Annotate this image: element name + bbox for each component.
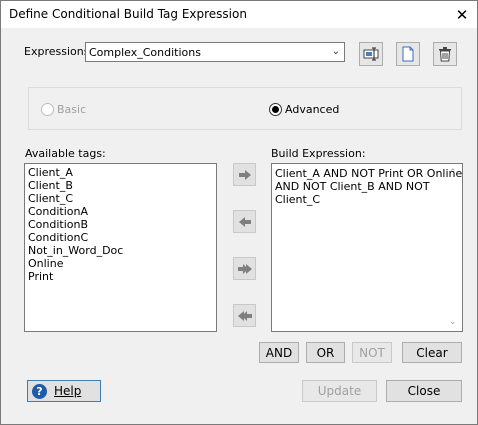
new-document-icon bbox=[402, 46, 414, 62]
or-button[interactable]: OR bbox=[306, 342, 345, 363]
advanced-radio-label: Advanced bbox=[285, 103, 340, 116]
clear-button[interactable]: Clear bbox=[402, 342, 462, 363]
scroll-down-icon[interactable]: ⌄ bbox=[449, 316, 457, 329]
title-bar: Define Conditional Build Tag Expression … bbox=[1, 1, 477, 28]
mode-group bbox=[28, 87, 462, 130]
rename-icon bbox=[363, 47, 379, 61]
double-arrow-left-icon bbox=[237, 310, 252, 321]
remove-all-tags-button[interactable] bbox=[233, 304, 256, 327]
expression-line: AND NOT Client_B AND NOT bbox=[275, 180, 430, 193]
and-button[interactable]: AND bbox=[259, 342, 299, 363]
dialog-window: Define Conditional Build Tag Expression … bbox=[0, 0, 478, 425]
expressions-dropdown[interactable]: Complex_Conditions ⌄ bbox=[85, 42, 345, 62]
help-button[interactable]: ? Help bbox=[27, 380, 101, 402]
build-expression-label: Build Expression: bbox=[271, 147, 366, 160]
list-item[interactable]: ConditionB bbox=[25, 218, 216, 231]
double-arrow-right-icon bbox=[237, 263, 252, 274]
window-title: Define Conditional Build Tag Expression bbox=[9, 7, 247, 21]
list-item[interactable]: Client_C bbox=[25, 192, 216, 205]
radio-selected-dot bbox=[272, 106, 279, 113]
list-item[interactable]: Client_B bbox=[25, 179, 216, 192]
expression-line: Client_C bbox=[275, 193, 321, 206]
new-expression-button[interactable] bbox=[396, 42, 420, 66]
close-window-button[interactable]: ✕ bbox=[447, 1, 477, 28]
expressions-label: Expressions: bbox=[24, 45, 94, 58]
advanced-radio[interactable] bbox=[269, 103, 282, 116]
basic-radio-label: Basic bbox=[57, 103, 87, 116]
not-button[interactable]: NOT bbox=[352, 342, 392, 363]
update-button[interactable]: Update bbox=[302, 380, 377, 402]
remove-tag-button[interactable] bbox=[233, 210, 256, 233]
add-tag-button[interactable] bbox=[233, 163, 256, 186]
list-item[interactable]: Not_in_Word_Doc bbox=[25, 244, 216, 257]
list-item[interactable]: Client_A bbox=[25, 166, 216, 179]
delete-expression-button[interactable] bbox=[433, 42, 457, 66]
expression-line: Client_A AND NOT Print OR Online bbox=[275, 167, 463, 180]
help-icon: ? bbox=[32, 383, 47, 399]
edit-expression-button[interactable] bbox=[359, 42, 383, 66]
arrow-right-icon bbox=[238, 169, 251, 180]
list-item[interactable]: ConditionC bbox=[25, 231, 216, 244]
trash-icon bbox=[439, 47, 451, 62]
chevron-down-icon: ⌄ bbox=[331, 46, 340, 57]
list-item[interactable]: Online bbox=[25, 257, 216, 270]
list-item[interactable]: ConditionA bbox=[25, 205, 216, 218]
available-tags-list[interactable]: Client_A Client_B Client_C ConditionA Co… bbox=[24, 163, 217, 332]
arrow-left-icon bbox=[238, 216, 251, 227]
close-icon: ✕ bbox=[455, 5, 469, 24]
add-all-tags-button[interactable] bbox=[233, 257, 256, 280]
expressions-selected-value: Complex_Conditions bbox=[89, 46, 201, 59]
vertical-scrollbar[interactable]: ⌃ ⌄ bbox=[446, 165, 461, 331]
help-button-label: Help bbox=[54, 384, 82, 398]
list-item[interactable]: Print bbox=[25, 270, 216, 283]
scroll-up-icon[interactable]: ⌃ bbox=[449, 167, 457, 180]
available-tags-label: Available tags: bbox=[25, 147, 106, 160]
close-button[interactable]: Close bbox=[386, 380, 462, 402]
basic-radio[interactable] bbox=[41, 103, 54, 116]
build-expression-textarea[interactable]: Client_A AND NOT Print OR Online AND NOT… bbox=[271, 163, 463, 332]
